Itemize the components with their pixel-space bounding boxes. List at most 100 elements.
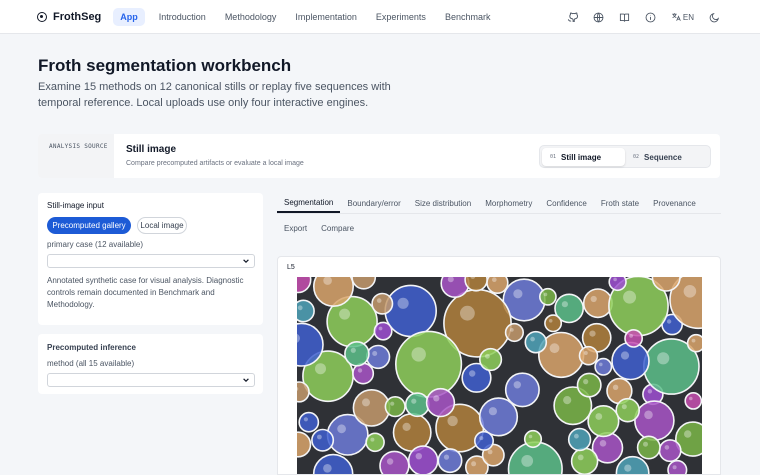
option-number: 01 [550,154,557,160]
nav-experiments[interactable]: Experiments [376,12,426,22]
source-option-sequence[interactable]: 02 Sequence [625,148,708,166]
bubble-21 [351,277,377,290]
bubble-highlight-7 [471,461,477,467]
bubble-65 [686,333,702,353]
bubble-42 [379,450,410,474]
source-option-still[interactable]: 01 Still image [542,148,625,166]
bubble-54 [297,381,310,403]
bubble-highlight-51 [613,277,617,282]
bubble-highlight-33 [521,455,534,467]
bubble-highlight-59 [487,449,493,455]
bubble-highlight-19 [337,424,346,434]
tab-morphometry[interactable]: Morphometry [478,193,539,213]
brand[interactable]: FrothSeg [37,11,101,23]
bubble-highlight-72 [370,437,375,442]
bubble-41 [684,392,702,410]
bubble-45 [615,455,650,474]
tab-provenance[interactable]: Provenance [646,193,703,213]
bubble-highlight-11 [447,415,458,427]
bubble-highlight-12 [339,308,351,320]
bubble-48 [615,397,641,423]
bubble-72 [365,432,385,453]
bubble-51 [608,277,627,292]
nav-implementation[interactable]: Implementation [295,12,357,22]
bubble-75 [297,277,312,294]
bubble-highlight-73 [583,351,588,355]
info-icon[interactable] [645,11,657,23]
bubble-highlight-22 [485,353,490,359]
tab-segmentation[interactable]: Segmentation [277,193,341,213]
bubble-highlight-23 [599,362,603,367]
bubble-highlight-20 [623,290,637,304]
logo-icon [37,11,47,22]
tab-divider [277,213,721,214]
bubble-27 [352,388,391,427]
case-select[interactable] [47,254,255,268]
bubble-highlight-76 [583,379,589,385]
bubble-highlight-34 [513,381,521,389]
bubble-highlight-18 [323,464,332,473]
bubble-highlight-78 [350,347,356,353]
tab-boundary-error[interactable]: Boundary/error [340,193,407,213]
bubble-highlight-71 [595,413,603,420]
nav-app[interactable]: App [113,7,145,26]
bubble-78 [344,341,370,367]
translate-icon [672,13,681,21]
bubble-highlight-58 [317,434,322,440]
local-image-button[interactable]: Local image [137,217,187,234]
nav-introduction[interactable]: Introduction [159,12,206,22]
bubble-highlight-1 [469,370,476,377]
github-icon[interactable] [567,11,579,23]
bubble-highlight-26 [644,410,653,420]
tab-compare[interactable]: Compare [314,218,361,238]
tab-export[interactable]: Export [277,218,314,238]
bubble-highlight-24 [488,407,497,416]
bubble-highlight-45 [624,464,632,472]
segmentation-overlay-image[interactable] [297,277,702,474]
bubble-highlight-25 [549,343,560,354]
chevron-down-icon [243,378,249,383]
nav-benchmark[interactable]: Benchmark [445,12,491,22]
bubble-highlight-52 [378,326,383,331]
bubble-highlight-65 [691,338,696,343]
bubble-highlight-36 [657,352,670,365]
bubble-highlight-6 [672,465,677,470]
case-note: Annotated synthetic case for visual anal… [47,276,244,309]
source-title: Still image [126,144,177,155]
language-switch[interactable]: EN [671,12,694,22]
precomputed-gallery-button[interactable]: Precomputed gallery [47,217,131,234]
bubble-highlight-3 [402,422,411,431]
option-label: Still image [561,152,602,162]
method-select[interactable] [47,373,255,387]
bubble-74 [365,344,391,370]
bubble-highlight-15 [411,347,426,362]
bubble-highlight-14 [563,396,572,405]
top-nav: FrothSeg App Introduction Methodology Im… [0,0,760,34]
bubble-52 [373,321,393,341]
bubble-32 [371,292,394,315]
bubble-43 [486,277,509,294]
bubble-31 [504,322,524,343]
bubble-22 [479,347,503,372]
nav-methodology[interactable]: Methodology [225,12,277,22]
tab-row-secondary: Export Compare [277,218,361,238]
tab-confidence[interactable]: Confidence [539,193,593,213]
bubble-70 [384,396,406,418]
moon-icon[interactable] [708,11,720,23]
source-subtitle: Compare precomputed artifacts or evaluat… [126,160,304,167]
book-icon[interactable] [619,11,631,23]
bubble-highlight-69 [643,441,648,447]
globe-icon[interactable] [593,11,605,23]
bubble-highlight-31 [509,328,514,332]
bubble-highlight-29 [357,368,363,373]
bubble-53 [658,439,682,463]
bubble-highlight-2 [647,389,653,394]
bubble-highlight-53 [664,445,670,450]
bubble-67 [298,411,320,433]
tab-froth-state[interactable]: Froth state [594,193,646,213]
tab-size-distribution[interactable]: Size distribution [408,193,478,213]
bubble-highlight-35 [443,454,450,460]
bubble-highlight-68 [479,436,484,441]
bubble-highlight-37 [684,430,692,438]
method-label: method (all 15 available) [47,359,135,368]
